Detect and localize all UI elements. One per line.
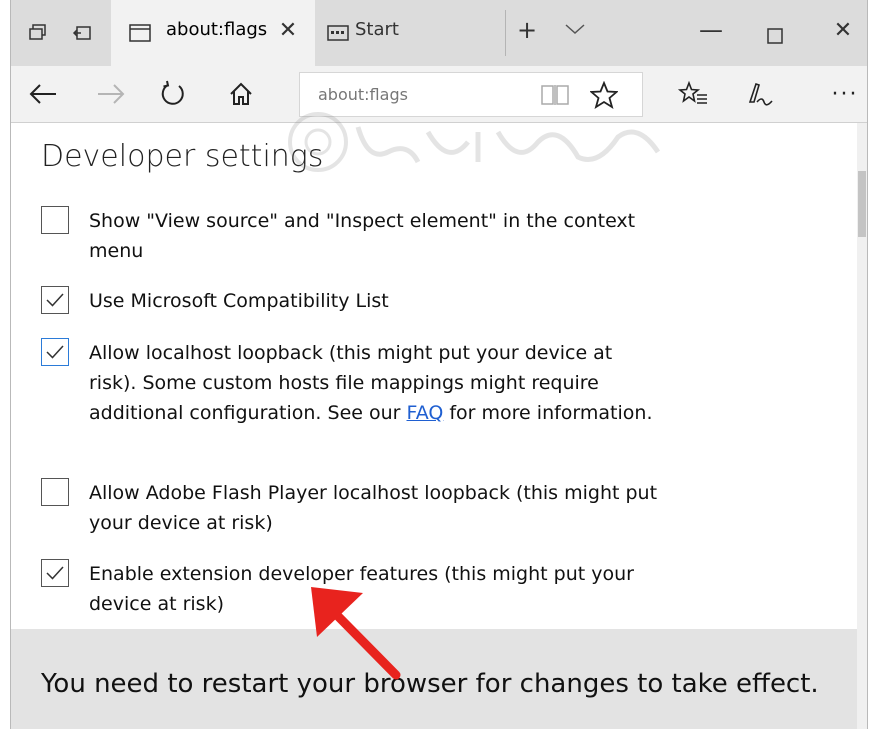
checkbox-extension-developer[interactable]	[41, 559, 69, 587]
close-tab-icon[interactable]: ✕	[273, 18, 303, 43]
scrollbar[interactable]	[857, 123, 867, 729]
minimize-icon[interactable]: —	[691, 16, 731, 44]
web-note-pen-icon[interactable]	[743, 78, 775, 110]
tab-title: Start	[355, 19, 399, 40]
tab-start[interactable]: Start	[315, 0, 505, 66]
maximize-icon[interactable]	[755, 22, 795, 50]
checkbox-compatibility-list[interactable]	[41, 286, 69, 314]
tab-about-flags[interactable]: about:flags ✕	[111, 0, 315, 66]
back-icon[interactable]	[27, 78, 59, 110]
home-icon[interactable]	[225, 78, 257, 110]
option-label: Allow Adobe Flash Player localhost loopb…	[89, 482, 658, 534]
start-page-icon	[323, 18, 353, 48]
page-icon	[125, 18, 155, 48]
red-arrow-annotation	[311, 587, 401, 680]
more-actions-icon[interactable]: ···	[829, 78, 861, 110]
set-aside-tabs-icon[interactable]	[67, 18, 97, 48]
checkmark-icon	[46, 345, 64, 359]
browser-window: about:flags ✕ Start + — ✕ about:flags ··…	[10, 0, 868, 729]
forward-icon[interactable]	[95, 78, 127, 110]
checkbox-localhost-loopback[interactable]	[41, 338, 69, 366]
checkbox-flash-loopback[interactable]	[41, 478, 69, 506]
checkbox-view-source[interactable]	[41, 206, 69, 234]
option-label: Use Microsoft Compatibility List	[89, 290, 389, 312]
checkmark-icon	[46, 566, 64, 580]
tab-overview-icon[interactable]	[23, 18, 53, 48]
close-window-icon[interactable]: ✕	[823, 18, 863, 43]
tab-title: about:flags	[166, 19, 268, 40]
option-label: Show "View source" and "Inspect element"…	[89, 210, 636, 262]
tab-separator	[505, 10, 506, 56]
new-tab-plus-icon[interactable]: +	[507, 16, 547, 44]
restart-message: You need to restart your browser for cha…	[41, 669, 819, 699]
watermark-logo	[288, 112, 661, 172]
option-label: Allow localhost loopback (this might put…	[89, 338, 659, 428]
page-content: Developer settings Show "View source" an…	[11, 123, 857, 729]
tab-bar: about:flags ✕ Start + — ✕	[11, 0, 867, 66]
restart-banner: You need to restart your browser for cha…	[11, 629, 857, 729]
scrollbar-thumb[interactable]	[858, 171, 866, 237]
tab-preview-chevron-icon[interactable]	[555, 20, 595, 41]
checkmark-icon	[46, 293, 64, 307]
favorites-hub-icon[interactable]	[677, 78, 709, 110]
refresh-icon[interactable]	[157, 78, 189, 110]
faq-link[interactable]: FAQ	[407, 402, 444, 424]
option-text: for more information.	[443, 402, 653, 424]
